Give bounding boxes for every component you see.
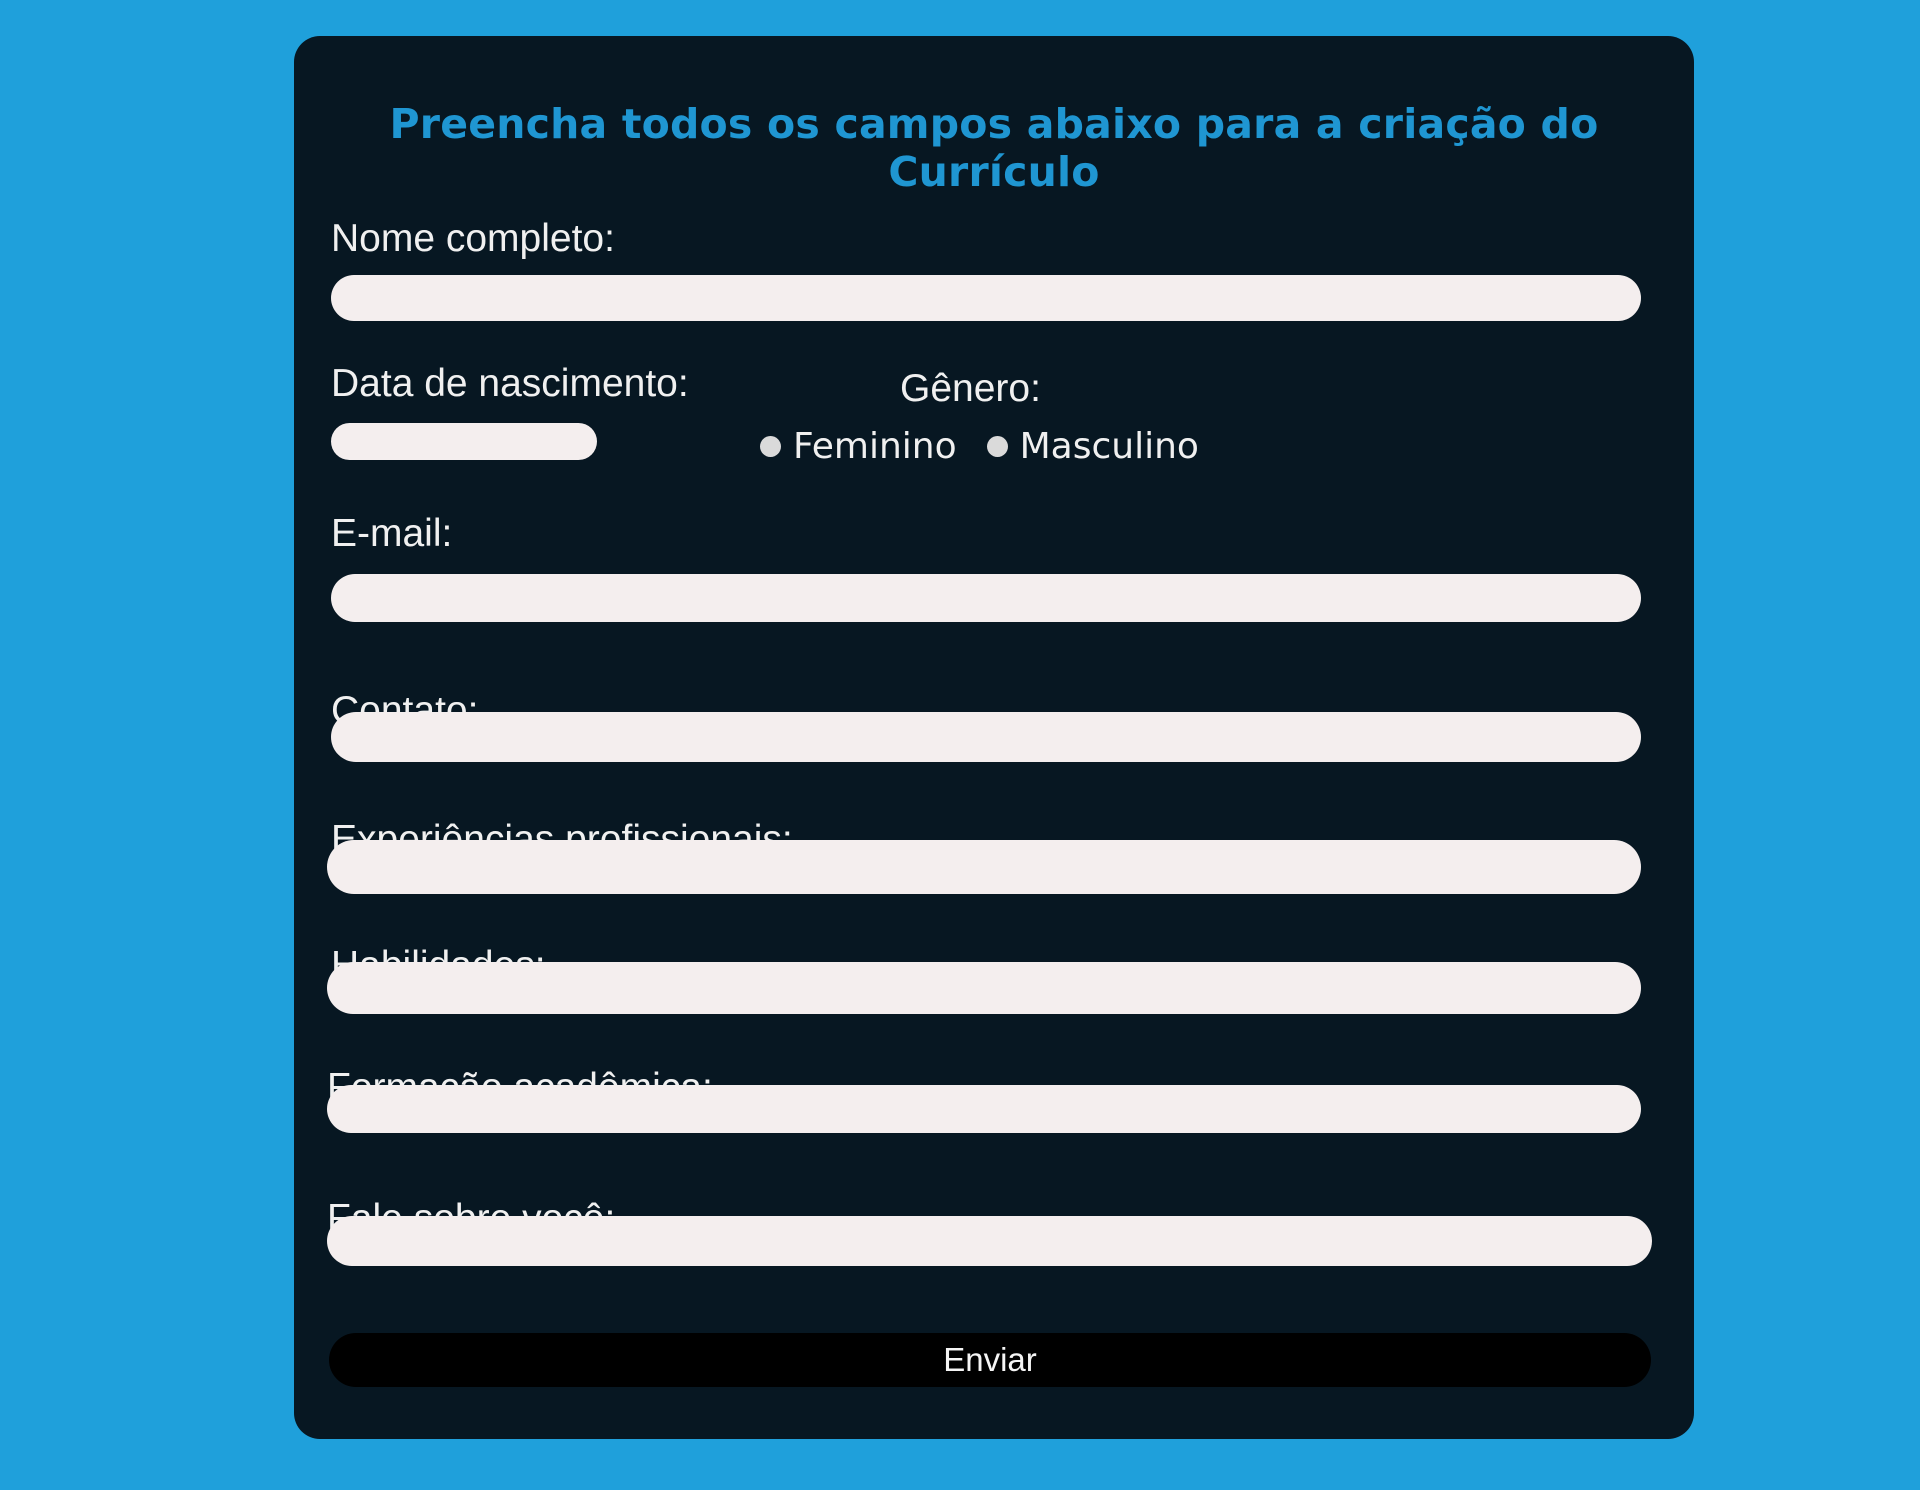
about-input[interactable] [327,1216,1652,1266]
full-name-input[interactable] [331,275,1641,321]
gender-label: Gênero: [900,367,1041,410]
gender-option-label: Feminino [793,426,957,467]
education-input[interactable] [327,1085,1641,1133]
contact-input[interactable] [331,712,1641,762]
experience-input[interactable] [327,840,1641,894]
submit-button[interactable]: Enviar [329,1333,1651,1387]
radio-masculine[interactable] [986,436,1008,457]
radio-feminine[interactable] [760,436,781,457]
birth-date-input[interactable] [331,423,597,460]
full-name-label: Nome completo: [331,217,615,260]
form-title: Preencha todos os campos abaixo para a c… [389,100,1599,196]
email-input[interactable] [331,574,1641,622]
email-label: E-mail: [331,512,453,555]
skills-input[interactable] [327,962,1641,1014]
gender-radio-group: Feminino Masculino [760,426,1199,467]
gender-option-label: Masculino [1019,426,1199,467]
gender-option-feminine[interactable]: Feminino [760,426,957,467]
resume-form-card: Preencha todos os campos abaixo para a c… [294,36,1694,1439]
birth-date-label: Data de nascimento: [331,362,689,405]
gender-option-masculine[interactable]: Masculino [986,426,1199,467]
